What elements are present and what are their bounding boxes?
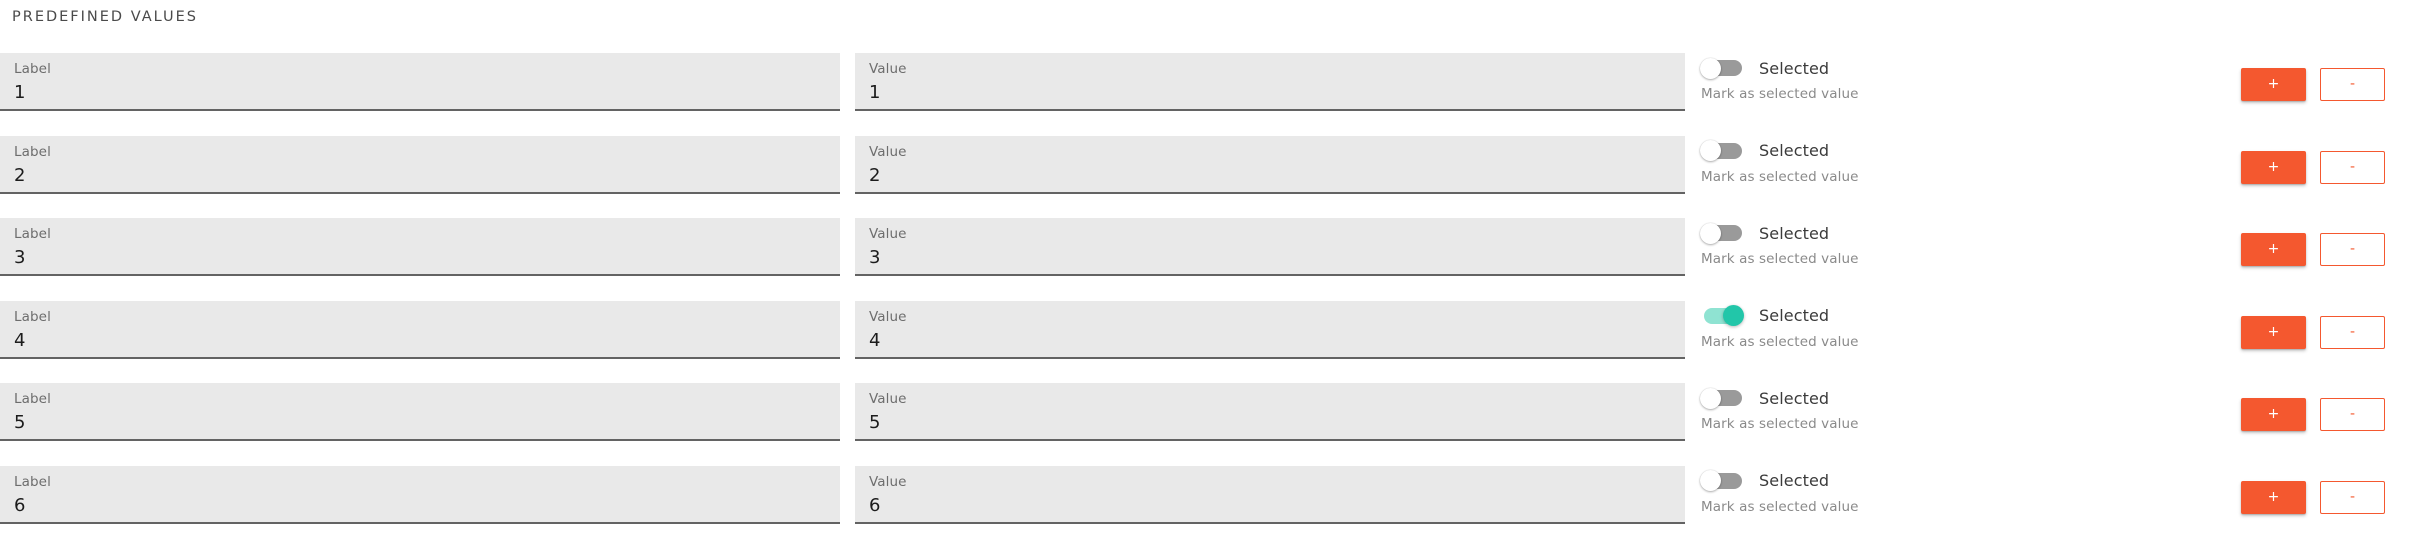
value-input-value: 6 — [869, 494, 881, 516]
add-row-button[interactable]: + — [2241, 480, 2306, 514]
remove-row-button[interactable]: - — [2320, 398, 2385, 431]
value-input-value: 5 — [869, 412, 881, 433]
predefined-values-panel: PREDEFINED VALUES Label 1 Value 1 Select… — [0, 0, 2417, 534]
value-input[interactable]: Value 5 — [855, 383, 1685, 441]
selected-toggle-label: Selected — [1759, 58, 1830, 78]
add-row-button[interactable]: + — [2241, 315, 2306, 349]
toggle-knob-icon — [1700, 387, 1721, 409]
selected-toggle-label: Selected — [1759, 223, 1830, 243]
label-input-value: 5 — [14, 412, 26, 433]
label-input-caption: Label — [14, 61, 51, 77]
value-input-value: 1 — [869, 82, 881, 103]
remove-row-button[interactable]: - — [2320, 233, 2385, 266]
value-input-caption: Value — [869, 143, 907, 160]
selected-toggle-group: Selected Mark as selected value — [1700, 303, 2120, 361]
toggle-knob-icon — [1723, 305, 1744, 326]
value-input-value: 2 — [869, 164, 881, 186]
section-title: PREDEFINED VALUES — [12, 9, 198, 25]
selected-toggle-line: Selected — [1700, 55, 2120, 81]
value-input-value: 4 — [869, 329, 881, 351]
selected-toggle-label: Selected — [1759, 388, 1830, 408]
row-actions: + - — [2241, 480, 2417, 517]
predefined-value-row: Label 3 Value 3 Selected Mark as selecte… — [0, 218, 2417, 301]
remove-row-button[interactable]: - — [2320, 480, 2385, 514]
value-input-caption: Value — [869, 61, 907, 77]
value-input-caption: Value — [869, 226, 907, 242]
value-input[interactable]: Value 3 — [855, 218, 1685, 276]
selected-toggle[interactable] — [1700, 470, 1744, 491]
selected-toggle-line: Selected — [1700, 468, 2120, 494]
label-input-caption: Label — [14, 143, 51, 160]
predefined-value-row: Label 4 Value 4 Selected Mark as selecte… — [0, 300, 2417, 384]
label-input[interactable]: Label 3 — [0, 218, 840, 276]
selected-toggle[interactable] — [1700, 387, 1744, 409]
value-input[interactable]: Value 4 — [855, 300, 1685, 359]
selected-toggle-label: Selected — [1759, 471, 1830, 490]
toggle-knob-icon — [1700, 140, 1721, 161]
label-input-caption: Label — [14, 226, 51, 242]
remove-row-button[interactable]: - — [2320, 150, 2385, 184]
row-actions: + - — [2241, 233, 2417, 269]
value-input[interactable]: Value 2 — [855, 135, 1685, 194]
selected-toggle-group: Selected Mark as selected value — [1700, 138, 2120, 196]
add-row-button[interactable]: + — [2241, 233, 2306, 266]
row-actions: + - — [2241, 150, 2417, 187]
toggle-knob-icon — [1700, 222, 1721, 244]
label-input[interactable]: Label 5 — [0, 383, 840, 441]
selected-toggle-group: Selected Mark as selected value — [1700, 220, 2120, 278]
selected-toggle[interactable] — [1700, 222, 1744, 244]
label-input[interactable]: Label 2 — [0, 135, 840, 194]
label-input-caption: Label — [14, 391, 51, 407]
selected-toggle-group: Selected Mark as selected value — [1700, 468, 2120, 526]
value-input[interactable]: Value 1 — [855, 53, 1685, 111]
selected-toggle[interactable] — [1700, 140, 1744, 161]
label-input[interactable]: Label 1 — [0, 53, 840, 111]
label-input[interactable]: Label 4 — [0, 300, 840, 359]
predefined-values-list: Label 1 Value 1 Selected Mark as selecte… — [0, 53, 2417, 534]
selected-toggle-line: Selected — [1700, 303, 2120, 329]
row-actions: + - — [2241, 398, 2417, 434]
selected-toggle-help: Mark as selected value — [1701, 416, 1859, 432]
label-input-caption: Label — [14, 308, 51, 325]
remove-row-button[interactable]: - — [2320, 68, 2385, 101]
predefined-value-row: Label 5 Value 5 Selected Mark as selecte… — [0, 383, 2417, 466]
label-input-value: 6 — [14, 494, 26, 516]
label-input-caption: Label — [14, 473, 51, 490]
selected-toggle-label: Selected — [1759, 141, 1830, 160]
selected-toggle-line: Selected — [1700, 220, 2120, 246]
selected-toggle-help: Mark as selected value — [1701, 86, 1859, 102]
selected-toggle-label: Selected — [1759, 306, 1830, 325]
selected-toggle-group: Selected Mark as selected value — [1700, 55, 2120, 113]
selected-toggle-group: Selected Mark as selected value — [1700, 385, 2120, 443]
value-input-caption: Value — [869, 391, 907, 407]
selected-toggle-help: Mark as selected value — [1701, 498, 1859, 515]
predefined-value-row: Label 6 Value 6 Selected Mark as selecte… — [0, 465, 2417, 534]
label-input-value: 4 — [14, 329, 26, 351]
selected-toggle-line: Selected — [1700, 138, 2120, 164]
add-row-button[interactable]: + — [2241, 68, 2306, 101]
remove-row-button[interactable]: - — [2320, 315, 2385, 349]
selected-toggle-help: Mark as selected value — [1701, 168, 1859, 185]
value-input[interactable]: Value 6 — [855, 465, 1685, 524]
label-input-value: 1 — [14, 82, 26, 103]
row-actions: + - — [2241, 315, 2417, 352]
predefined-value-row: Label 2 Value 2 Selected Mark as selecte… — [0, 135, 2417, 219]
toggle-knob-icon — [1700, 57, 1721, 79]
value-input-caption: Value — [869, 308, 907, 325]
toggle-knob-icon — [1700, 470, 1721, 491]
predefined-value-row: Label 1 Value 1 Selected Mark as selecte… — [0, 53, 2417, 136]
selected-toggle-line: Selected — [1700, 385, 2120, 411]
add-row-button[interactable]: + — [2241, 398, 2306, 431]
label-input[interactable]: Label 6 — [0, 465, 840, 524]
selected-toggle[interactable] — [1700, 57, 1744, 79]
add-row-button[interactable]: + — [2241, 150, 2306, 184]
row-actions: + - — [2241, 68, 2417, 104]
label-input-value: 2 — [14, 164, 26, 186]
selected-toggle-help: Mark as selected value — [1701, 333, 1859, 350]
selected-toggle-help: Mark as selected value — [1701, 251, 1859, 267]
value-input-caption: Value — [869, 473, 907, 490]
value-input-value: 3 — [869, 247, 881, 268]
selected-toggle[interactable] — [1700, 305, 1744, 326]
label-input-value: 3 — [14, 247, 26, 268]
